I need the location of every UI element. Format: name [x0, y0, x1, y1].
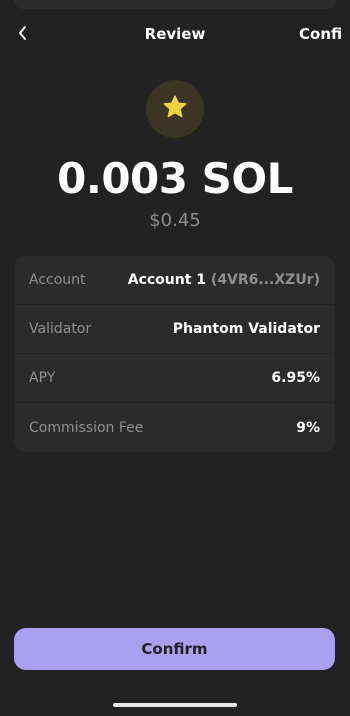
account-name: Account 1 — [127, 272, 207, 288]
detail-label: Commission Fee — [29, 419, 144, 436]
detail-row-commission: Commission Fee 9% — [14, 403, 335, 452]
header: Review Confi — [0, 22, 350, 48]
fiat-amount: $0.45 — [149, 210, 201, 231]
account-address: (4VR6...XZUr) — [210, 272, 320, 288]
detail-row-apy: APY 6.95% — [14, 354, 335, 403]
validator-value: Phantom Validator — [172, 321, 320, 337]
star-icon — [161, 93, 189, 125]
commission-value: 9% — [296, 419, 320, 436]
confirm-button[interactable]: Confirm — [14, 628, 335, 670]
detail-label: Account — [29, 272, 86, 288]
review-screen: Review Confi 0.003 SOL $0.45 Account Acc… — [0, 0, 350, 716]
home-indicator — [113, 703, 237, 707]
sheet-top-edge — [14, 0, 336, 9]
page-title: Review — [144, 25, 206, 43]
confirm-button-label: Confirm — [141, 640, 208, 658]
token-amount: 0.003 SOL — [57, 154, 293, 203]
detail-row-validator: Validator Phantom Validator — [14, 305, 335, 354]
detail-row-account: Account Account 1 (4VR6...XZUr) — [14, 256, 335, 305]
account-value: Account 1 (4VR6...XZUr) — [128, 272, 320, 288]
detail-label: Validator — [29, 321, 92, 337]
detail-label: APY — [29, 370, 56, 386]
apy-value: 6.95% — [271, 370, 320, 386]
token-avatar — [146, 80, 204, 138]
details-card: Account Account 1 (4VR6...XZUr) Validato… — [14, 256, 335, 452]
confirm-header-button[interactable]: Confi — [299, 25, 342, 43]
